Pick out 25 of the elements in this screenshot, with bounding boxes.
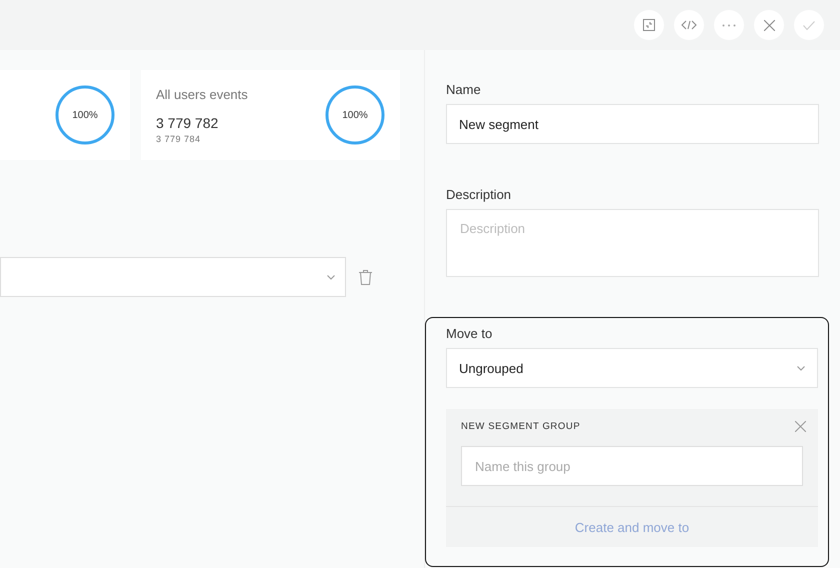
name-field[interactable]: New segment — [446, 104, 819, 144]
stat-subvalue: 3 779 784 — [156, 134, 202, 144]
more-icon — [722, 24, 736, 26]
check-icon — [803, 20, 815, 30]
close-button[interactable] — [754, 10, 784, 40]
stat-value: 3 779 782 — [156, 114, 220, 130]
delete-button[interactable] — [359, 270, 372, 284]
percent-label: 100% — [72, 110, 98, 120]
close-icon — [764, 20, 774, 30]
chevron-down-icon — [797, 366, 805, 370]
field-label: Move to — [446, 326, 494, 341]
select-field[interactable] — [0, 257, 346, 297]
field-label: Description — [446, 187, 512, 202]
code-icon — [681, 20, 697, 30]
group-name-field[interactable]: Name this group — [461, 446, 803, 486]
close-button[interactable] — [795, 421, 806, 432]
percent-label: 100% — [342, 110, 368, 120]
stat-title: All users events — [156, 86, 248, 102]
panel-title: NEW SEGMENT GROUP — [461, 421, 580, 432]
collapse-button[interactable] — [634, 10, 664, 40]
group-select[interactable]: Ungrouped — [446, 348, 818, 388]
code-button[interactable] — [674, 10, 704, 40]
field-label: Name — [446, 82, 482, 97]
collapse-icon — [643, 19, 655, 31]
chevron-down-icon — [327, 274, 335, 280]
